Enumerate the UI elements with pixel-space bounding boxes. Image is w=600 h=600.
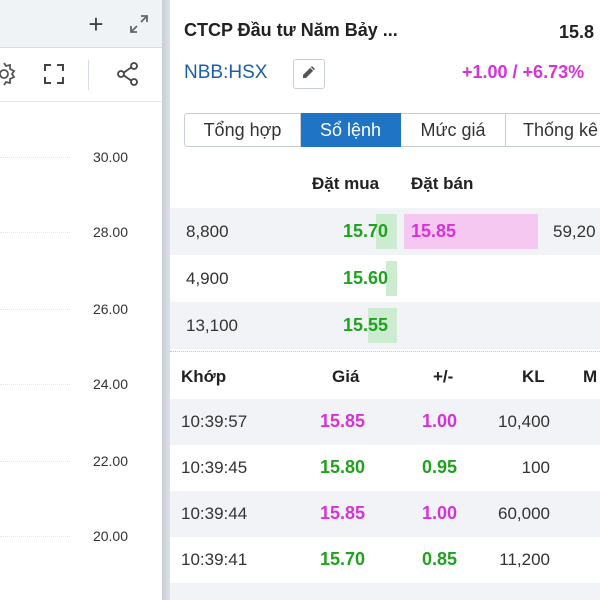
trade-change: 0.85 (421, 549, 457, 569)
trades-header-price: Giá (332, 367, 360, 386)
trade-volume: 11,200 (499, 550, 550, 569)
chart-panel: + 30.00 28.00 26.00 24.00 22.00 20.00 (0, 0, 162, 600)
trades-header-side: M (583, 367, 598, 386)
tab-statistics[interactable]: Thống kê (506, 113, 600, 147)
trades-header-change: +/- (433, 367, 454, 386)
order-book-row: 8,800 15.70 15.85 59,20 (170, 208, 600, 255)
toolbar-divider (88, 60, 89, 90)
y-axis-row: 26.00 (0, 300, 162, 320)
trade-volume: 10,400 (498, 412, 550, 431)
y-tick-label: 26.00 (92, 301, 128, 317)
bid-volume: 8,800 (186, 222, 229, 241)
trade-price: 15.85 (319, 503, 365, 523)
tab-bar: Tổng hợp Sổ lệnh Mức giá Thống kê (184, 113, 600, 147)
tab-order-book[interactable]: Sổ lệnh (301, 113, 401, 147)
y-tick-label: 24.00 (92, 376, 128, 392)
trade-price: 15.70 (319, 549, 365, 569)
trade-time: 10:39:44 (181, 504, 248, 523)
y-axis-row: 24.00 (0, 375, 162, 395)
company-name: CTCP Đầu tư Năm Bảy ... (184, 20, 398, 40)
trade-row: 10:39:44 15.85 1.00 60,000 (170, 491, 600, 537)
fullscreen-icon[interactable] (41, 61, 67, 87)
edit-symbol-button[interactable] (293, 59, 325, 89)
order-book-row: 13,100 15.55 (170, 302, 600, 349)
bid-volume: 4,900 (186, 269, 229, 288)
y-axis-row: 20.00 (0, 527, 162, 547)
ask-volume: 59,20 (553, 222, 596, 241)
trade-row: 10:39:41 15.70 0.85 11,200 (170, 537, 600, 583)
trade-volume: 100 (521, 458, 550, 477)
expand-icon[interactable] (127, 12, 151, 36)
trade-change: 0.95 (421, 457, 457, 477)
order-book-row: 4,900 15.60 (170, 255, 600, 302)
trade-change: 1.00 (421, 411, 457, 431)
bid-price: 15.60 (342, 268, 388, 288)
trade-volume: 60,000 (498, 504, 550, 523)
trade-change: 1.00 (421, 503, 457, 523)
y-tick-label: 28.00 (92, 224, 128, 240)
quote-panel: CTCP Đầu tư Năm Bảy ... 15.8 NBB:HSX +1.… (170, 0, 600, 600)
y-axis-row: 22.00 (0, 452, 162, 472)
bid-header: Đặt mua (312, 174, 380, 193)
pencil-icon (300, 63, 318, 86)
gridline (0, 309, 70, 310)
trade-time: 10:39:41 (181, 550, 248, 569)
trades-header-time: Khớp (181, 367, 227, 386)
price-change: +1.00 / +6.73% (462, 62, 585, 82)
share-icon[interactable] (114, 60, 142, 88)
panel-divider[interactable] (162, 0, 170, 600)
y-axis-row: 30.00 (0, 148, 162, 168)
trade-row: 10:39:57 15.85 1.00 10,400 (170, 399, 600, 445)
trade-price: 15.85 (319, 411, 365, 431)
tab-summary[interactable]: Tổng hợp (184, 113, 301, 147)
y-tick-label: 22.00 (92, 453, 128, 469)
gridline (0, 461, 70, 462)
trade-price: 15.80 (319, 457, 365, 477)
trade-time: 10:39:45 (181, 458, 248, 477)
y-tick-label: 20.00 (92, 528, 128, 544)
trade-time: 10:39:57 (181, 412, 248, 431)
section-divider (170, 351, 600, 352)
gridline (0, 536, 70, 537)
bid-price: 15.70 (342, 221, 388, 241)
ask-header: Đặt bán (411, 174, 474, 193)
bid-volume: 13,100 (186, 316, 238, 335)
chart-topbar: + (0, 0, 162, 48)
ask-price: 15.85 (411, 221, 457, 241)
y-tick-label: 30.00 (92, 149, 128, 165)
trade-row: 10:39:45 15.80 0.95 100 (170, 445, 600, 491)
plus-icon[interactable]: + (84, 11, 108, 37)
gridline (0, 157, 70, 158)
last-price: 15.8 (559, 22, 595, 42)
price-chart[interactable]: 30.00 28.00 26.00 24.00 22.00 20.00 (0, 103, 162, 600)
tab-price-levels[interactable]: Mức giá (401, 113, 506, 147)
gridline (0, 232, 70, 233)
ticker-symbol[interactable]: NBB:HSX (184, 62, 267, 84)
gear-icon[interactable] (0, 60, 18, 88)
trades-header-volume: KL (522, 367, 545, 386)
y-axis-row: 28.00 (0, 223, 162, 243)
gridline (0, 384, 70, 385)
bid-price: 15.55 (342, 315, 388, 335)
trade-row-partial (170, 583, 600, 600)
